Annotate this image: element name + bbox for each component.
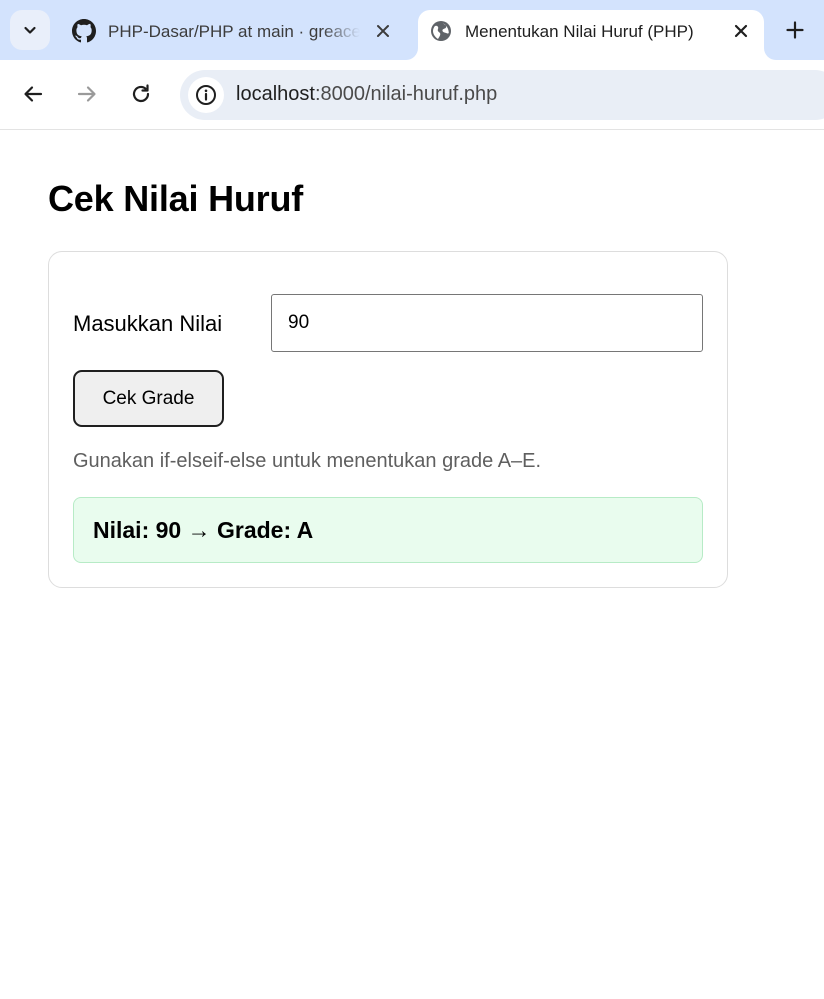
site-info-button[interactable] bbox=[188, 77, 224, 113]
tab-search-button[interactable] bbox=[10, 10, 50, 50]
browser-toolbar: localhost:8000/nilai-huruf.php bbox=[0, 60, 824, 130]
value-input[interactable] bbox=[271, 294, 703, 352]
url-text[interactable]: localhost:8000/nilai-huruf.php bbox=[236, 83, 497, 106]
grade-form-card: Masukkan Nilai Cek Grade Gunakan if-else… bbox=[48, 251, 728, 588]
tab-title: Menentukan Nilai Huruf (PHP) bbox=[465, 22, 694, 41]
arrow-left-icon bbox=[24, 86, 43, 102]
hint-text: Gunakan if-elseif-else untuk menentukan … bbox=[73, 450, 542, 472]
new-tab-button[interactable] bbox=[780, 15, 810, 45]
result-text: Nilai: 90 → Grade: A bbox=[93, 517, 314, 543]
result-box: Nilai: 90 → Grade: A bbox=[73, 497, 703, 563]
arrow-right-icon bbox=[77, 86, 96, 102]
url-path: :8000/nilai-huruf.php bbox=[314, 83, 498, 105]
tab-strip: PHP-Dasar/PHP at main · greacee Menentuk… bbox=[0, 0, 824, 60]
close-icon[interactable] bbox=[372, 20, 394, 42]
address-bar[interactable]: localhost:8000/nilai-huruf.php bbox=[180, 70, 824, 120]
forward-button[interactable] bbox=[70, 77, 104, 111]
chevron-down-icon bbox=[24, 26, 36, 34]
reload-button[interactable] bbox=[124, 77, 158, 111]
plus-icon bbox=[786, 21, 804, 39]
info-icon bbox=[196, 85, 216, 105]
github-icon bbox=[72, 19, 96, 43]
tab-github[interactable]: PHP-Dasar/PHP at main · greacee bbox=[60, 10, 410, 60]
check-grade-button[interactable]: Cek Grade bbox=[73, 370, 224, 427]
value-label: Masukkan Nilai bbox=[73, 311, 223, 336]
tab-title: PHP-Dasar/PHP at main · greacee bbox=[108, 22, 360, 41]
reload-icon bbox=[132, 84, 150, 103]
page-title: Cek Nilai Huruf bbox=[48, 178, 304, 219]
back-button[interactable] bbox=[16, 77, 50, 111]
url-host: localhost bbox=[236, 83, 315, 105]
close-icon[interactable] bbox=[730, 20, 752, 42]
tab-nilai-huruf[interactable]: Menentukan Nilai Huruf (PHP) bbox=[418, 10, 764, 60]
globe-icon bbox=[429, 19, 453, 43]
